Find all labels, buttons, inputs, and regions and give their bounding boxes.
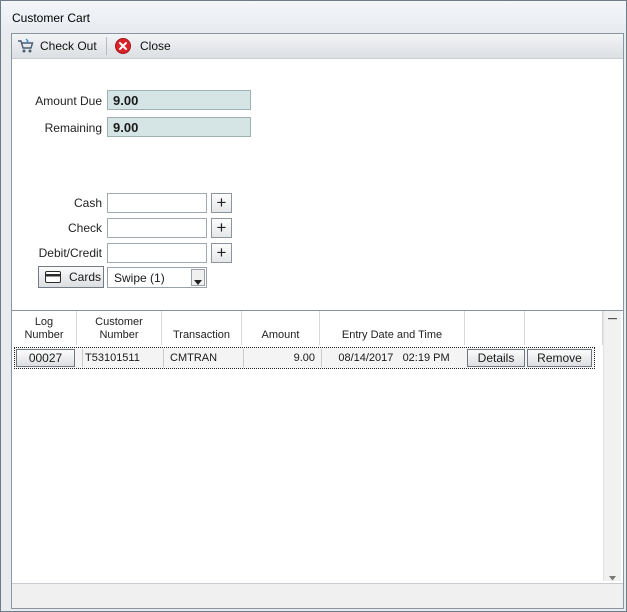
close-icon [115,38,131,54]
close-label: Close [140,39,171,53]
window-title: Customer Cart [12,11,91,25]
credit-card-icon [45,271,61,283]
entry-datetime-cell: 08/14/2017 02:19 PM [321,349,466,367]
title-bar[interactable]: Customer Cart [1,1,626,33]
debit-credit-input[interactable] [107,243,207,263]
scroll-down-arrow-icon[interactable] [609,570,616,581]
table-row[interactable]: 00027 T53101511 CMTRAN 9.00 08/14/2017 0… [14,347,595,369]
debit-credit-label: Debit/Credit [38,246,102,260]
remaining-field: 9.00 [107,117,251,137]
customer-cart-window: Customer Cart Check Out Close Amount Due… [0,0,627,612]
toolbar: Check Out Close [12,34,623,59]
swipe-select[interactable]: Swipe (1) [107,267,207,288]
cash-label: Cash [73,196,102,210]
column-header-transaction[interactable]: Transaction [162,311,242,345]
check-label: Check [67,221,102,235]
details-button[interactable]: Details [467,349,525,367]
chevron-down-icon [194,275,202,285]
toolbar-separator [106,37,107,55]
status-bar [12,583,623,608]
transaction-cell: CMTRAN [163,349,243,367]
window-client-area: Check Out Close Amount Due 9.00 Remainin… [11,33,624,609]
check-input[interactable] [107,218,207,238]
checkout-cart-icon [17,38,34,54]
close-button[interactable]: Close [115,34,171,58]
vertical-scrollbar[interactable] [603,311,621,581]
log-number-cell[interactable]: 00027 [16,349,75,367]
cards-label: Cards [69,270,102,284]
remaining-label: Remaining [44,121,102,135]
customer-number-cell: T53101511 [82,349,162,367]
column-header-details [465,311,525,345]
amount-due-field: 9.00 [107,90,251,110]
column-header-log-number[interactable]: Log Number [12,311,77,345]
column-header-customer-number[interactable]: Customer Number [77,311,162,345]
swipe-selected-value: Swipe (1) [114,271,165,285]
scroll-up-arrow-icon[interactable] [608,313,617,320]
column-header-remove [525,311,603,345]
add-cash-button[interactable]: + [211,193,232,213]
dropdown-arrow-button[interactable] [191,269,205,286]
remove-button[interactable]: Remove [527,349,592,367]
amount-due-label: Amount Due [35,94,102,108]
cart-grid: Log Number Customer Number Transaction A… [12,310,623,583]
column-header-entry-date-time[interactable]: Entry Date and Time [320,311,465,345]
column-header-amount[interactable]: Amount [242,311,320,345]
add-debit-credit-button[interactable]: + [211,243,232,263]
check-out-label: Check Out [40,39,97,53]
cards-button[interactable]: Cards [38,266,104,288]
amount-cell: 9.00 [243,349,319,367]
cash-input[interactable] [107,193,207,213]
check-out-button[interactable]: Check Out [17,34,97,58]
add-check-button[interactable]: + [211,218,232,238]
